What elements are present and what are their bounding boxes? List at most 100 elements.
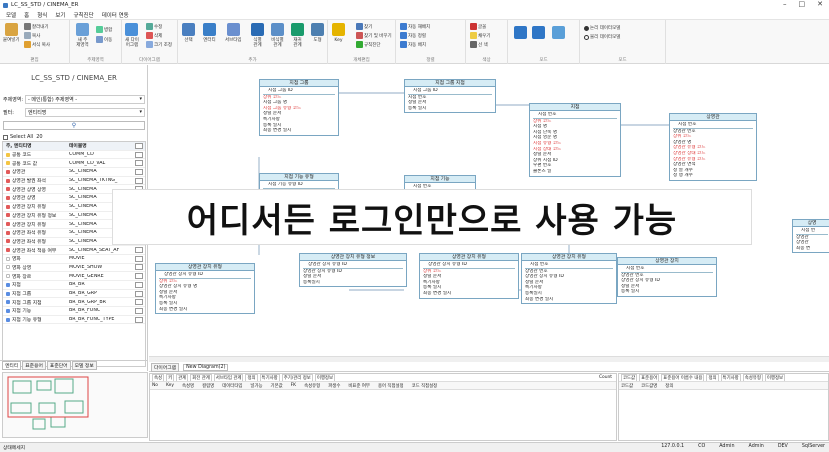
size-adjust-button[interactable]: 크기 조정 bbox=[146, 41, 172, 48]
auto-layout-button[interactable]: 자동 배치 bbox=[400, 41, 426, 48]
restore-button[interactable]: □ bbox=[799, 0, 806, 8]
table-row[interactable]: 지점 BR_BR bbox=[3, 281, 145, 290]
row-checkbox[interactable] bbox=[135, 299, 143, 306]
entity-box[interactable]: 지점 그룹 지점 지점 그룹 ID 지점 번호 정렬 순서 등록 일시 bbox=[404, 79, 496, 114]
entity-box[interactable]: 상영 지점 번 상영관 상영관 최종 변 bbox=[792, 219, 829, 254]
entity-box[interactable]: 상영관 지점 번호 상영관 번호 상위 코드 상영관 명 상영관 유형 코드 상영관 상태 … bbox=[669, 113, 757, 181]
menu-rule-check[interactable]: 규칙진단 bbox=[73, 11, 93, 19]
rule-check-button[interactable]: 규칙진단 bbox=[356, 41, 381, 48]
tab-new-diagram[interactable]: New Diagram(2) bbox=[183, 363, 229, 371]
row-checkbox[interactable] bbox=[135, 290, 143, 297]
new-diagram-button[interactable]: 새 다이 어그램 bbox=[125, 23, 139, 48]
delete-diagram-button[interactable]: 삭제 bbox=[146, 32, 162, 39]
table-row[interactable]: 지점 그룹 BR_BR_GRP bbox=[3, 290, 145, 299]
recursive-relation-button[interactable]: 재귀 관계 bbox=[291, 23, 304, 48]
canvas-horizontal-scrollbar[interactable] bbox=[149, 356, 829, 362]
row-checkbox[interactable] bbox=[135, 264, 143, 271]
entity-box[interactable]: 지점 그룹 지점 그룹 ID 상위 코드 지점 그룹 명 지점 그룹 유형 코드 정렬 순… bbox=[259, 79, 339, 136]
table-row[interactable]: 영화 MOVIE bbox=[3, 255, 145, 264]
select-all-checkbox[interactable] bbox=[3, 134, 8, 140]
menu-home[interactable]: 홈 bbox=[24, 11, 29, 19]
row-checkbox[interactable] bbox=[135, 281, 143, 288]
menu-model[interactable]: 모델 bbox=[6, 11, 16, 19]
attribute-tab[interactable]: 정의 bbox=[245, 374, 258, 381]
physical-model-radio[interactable]: 물리 데이터모델 bbox=[584, 34, 620, 40]
table-row[interactable]: 상영관 SC_CINEMA bbox=[3, 168, 145, 177]
copy-button[interactable]: 복사 bbox=[24, 32, 40, 39]
tab-entity[interactable]: 엔티티 bbox=[2, 361, 22, 370]
entity-box[interactable]: 상영관 장치 유형 지점 번호 상영관 번호 상영관 장치 유형 ID 정렬 순서 특기사… bbox=[521, 253, 617, 305]
tab-model-info[interactable]: 모델 정보 bbox=[71, 361, 97, 370]
code-tab[interactable]: 표준용어 이름수 내용 bbox=[661, 374, 705, 381]
table-row[interactable]: 공통 코드 COMM_CD bbox=[3, 151, 145, 160]
find-button[interactable]: 찾기 bbox=[356, 23, 372, 30]
code-tab[interactable]: 코드값 bbox=[621, 374, 638, 381]
fill-color-button[interactable]: 채우기 bbox=[470, 32, 490, 39]
row-checkbox[interactable] bbox=[135, 273, 143, 280]
minimap[interactable] bbox=[2, 372, 148, 438]
paste-button[interactable]: 붙여넣기 bbox=[3, 23, 20, 43]
line-color-button[interactable]: 선 색 bbox=[470, 41, 488, 48]
filter-select[interactable]: 엔티티명 ▾ bbox=[25, 107, 145, 117]
property-icon[interactable] bbox=[552, 26, 565, 39]
tab-standard-word[interactable]: 표준단어 bbox=[46, 361, 71, 370]
identifying-relation-button[interactable]: 식별 관계 bbox=[251, 23, 264, 48]
table-row[interactable]: 영화 장르 MOVIE_GENRE bbox=[3, 272, 145, 281]
table-row[interactable]: 지점 기능 유형 BR_BR_FUNC_TYPE bbox=[3, 316, 145, 325]
auto-arrange-button[interactable]: 자동 재배치 bbox=[400, 23, 430, 30]
table-row[interactable]: 영화 상영 MOVIE_SHOW bbox=[3, 264, 145, 273]
menu-format[interactable]: 형식 bbox=[37, 11, 47, 19]
entity-box[interactable]: 지점 기능 유형 지점 기능 유형 ID bbox=[259, 173, 339, 191]
grid-icon[interactable] bbox=[532, 26, 545, 39]
table-row[interactable]: 지점 기능 BR_BR_FUNC bbox=[3, 307, 145, 316]
entity-box[interactable]: 상영관 장치 유형 상영관 장치 유형 ID 상위 코드 정렬 순서 특기사항 등록 일시… bbox=[419, 253, 519, 299]
shape-tool-button[interactable]: 도형 bbox=[311, 23, 324, 43]
subject-area-select[interactable]: - 메인(통합) 주제영역 - ▾ bbox=[25, 94, 145, 104]
entity-box[interactable]: 상영관 장치 유형 상영관 장치 유형 ID 상위 코드 상영관 장치 유형 명 정렬 … bbox=[155, 263, 255, 315]
row-checkbox[interactable] bbox=[135, 177, 143, 184]
attribute-tab[interactable]: 특기사항 bbox=[259, 374, 280, 381]
search-input[interactable]: ⚲ bbox=[3, 120, 145, 130]
new-subject-button[interactable]: 새 주 제영역 bbox=[76, 23, 89, 48]
attribute-tab[interactable]: 키 bbox=[166, 374, 175, 381]
attribute-tab[interactable]: 이행정보 bbox=[314, 374, 335, 381]
row-checkbox[interactable] bbox=[135, 307, 143, 314]
menu-data-link[interactable]: 데이터 연동 bbox=[102, 11, 129, 19]
attribute-tab[interactable]: 속성 bbox=[152, 374, 165, 381]
attribute-tab[interactable]: 주기/관리 정보 bbox=[281, 374, 313, 381]
subtype-tool-button[interactable]: 서브타입 bbox=[225, 23, 242, 43]
menu-view[interactable]: 보기 bbox=[55, 11, 65, 19]
tab-diagram[interactable]: 다이어그램 bbox=[151, 362, 180, 372]
select-tool-button[interactable]: 선택 bbox=[182, 23, 195, 43]
entity-tool-button[interactable]: 엔터티 bbox=[203, 23, 216, 43]
key-button[interactable]: Key bbox=[332, 23, 345, 43]
table-row[interactable]: 상영관 좌석 적용 여부 SC_CINEMA_SEAT_AF bbox=[3, 246, 145, 255]
table-row[interactable]: 공통 코드 값 COMM_CD_VAL bbox=[3, 159, 145, 169]
entity-box[interactable]: 상영관 장치 지점 번호 상영관 번호 상영관 장치 유형 ID 정렬 순서 등록 일시 bbox=[617, 257, 717, 297]
row-checkbox[interactable] bbox=[135, 168, 143, 175]
merge-button[interactable]: 병합 bbox=[96, 26, 112, 33]
code-tab[interactable]: 이행정보 bbox=[764, 374, 786, 381]
format-copy-button[interactable]: 서식 복사 bbox=[24, 41, 50, 48]
close-button[interactable]: ✕ bbox=[817, 0, 823, 8]
auto-align-button[interactable]: 자동 정렬 bbox=[400, 32, 426, 39]
row-checkbox[interactable] bbox=[135, 255, 143, 262]
attribute-tab[interactable]: 회전 관계 bbox=[190, 374, 212, 381]
model-icon[interactable] bbox=[514, 26, 527, 39]
table-row[interactable]: 상영관 발권 좌석 SC_CINEMA_TKTNG_ bbox=[3, 177, 145, 186]
row-checkbox[interactable] bbox=[135, 160, 143, 167]
logical-model-radio[interactable]: 논리 데이터모델 bbox=[584, 25, 620, 31]
attribute-tab[interactable]: 서브타입 관계 bbox=[213, 374, 244, 381]
row-checkbox[interactable] bbox=[135, 316, 143, 323]
tab-standard-term[interactable]: 표준용어 bbox=[22, 361, 46, 370]
row-checkbox[interactable] bbox=[135, 247, 143, 254]
move-button[interactable]: 이동 bbox=[96, 36, 112, 43]
code-tab[interactable]: 정의 bbox=[706, 374, 719, 381]
cut-button[interactable]: 잘라내기 bbox=[24, 23, 49, 30]
code-tab[interactable]: 표준용어 bbox=[639, 374, 660, 381]
nonidentifying-relation-button[interactable]: 비식별 관계 bbox=[271, 23, 284, 48]
code-tab[interactable]: 특기사항 bbox=[720, 374, 741, 381]
entity-box[interactable]: 지점 지점 번호 상위 코드 지점 명 지점 단축 명 지점 영문 명 지점 유형 코드 지점… bbox=[529, 103, 621, 177]
edit-diagram-button[interactable]: 수정 bbox=[146, 23, 162, 30]
attribute-tab[interactable]: 관계 bbox=[176, 374, 189, 381]
